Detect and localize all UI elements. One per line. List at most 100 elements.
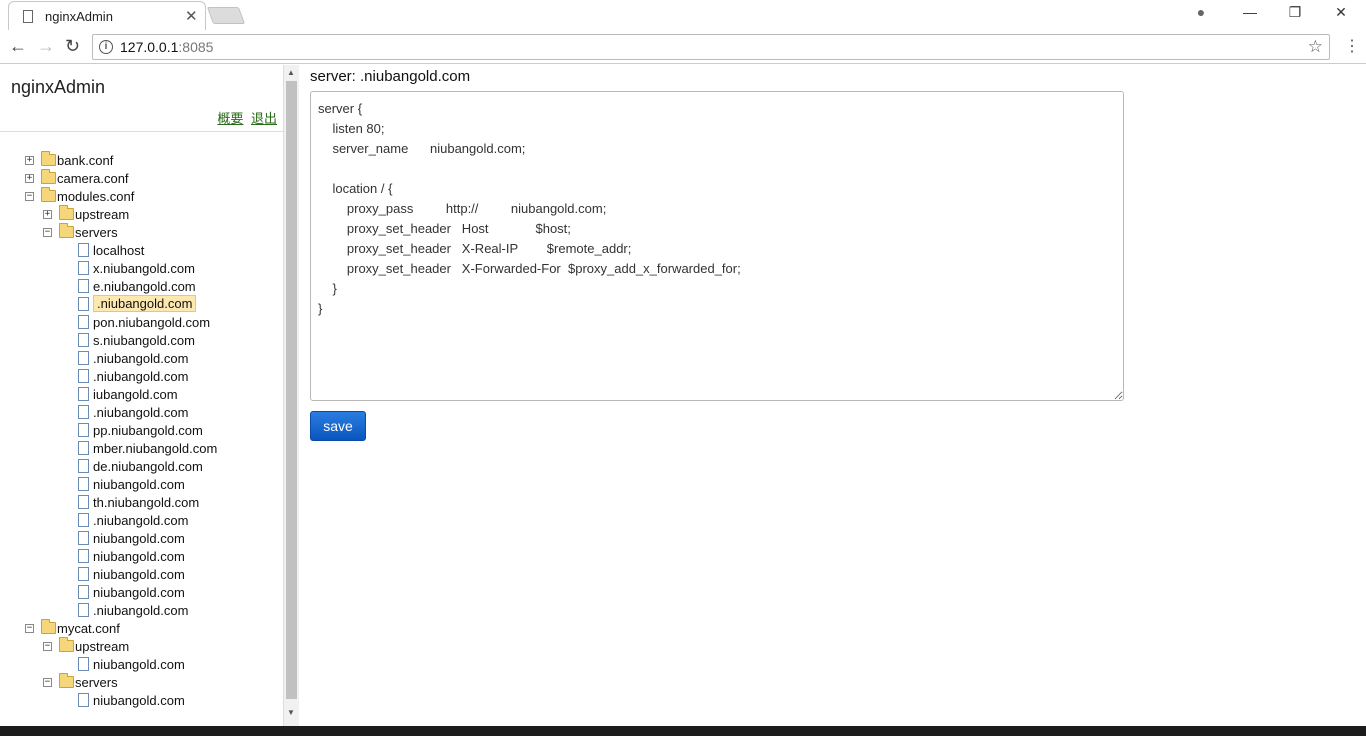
file-icon <box>78 333 89 347</box>
scroll-down-icon[interactable]: ▼ <box>287 708 295 717</box>
tab-strip: nginxAdmin ✕ ● — ❐ ✕ <box>0 0 1366 30</box>
tree-label[interactable]: .niubangold.com <box>93 351 188 366</box>
tree-label[interactable]: th.niubangold.com <box>93 495 199 510</box>
collapse-icon[interactable]: − <box>43 228 52 237</box>
file-icon <box>78 351 89 365</box>
tree-label[interactable]: upstream <box>75 207 129 222</box>
page-icon <box>23 10 33 23</box>
file-icon <box>78 297 89 311</box>
collapse-icon[interactable]: − <box>25 624 34 633</box>
folder-icon <box>41 151 56 166</box>
tree-label[interactable]: niubangold.com <box>93 567 185 582</box>
folder-icon <box>41 187 56 202</box>
tree-label[interactable]: .niubangold.com <box>93 513 188 528</box>
tree-label[interactable]: camera.conf <box>57 171 129 186</box>
tree-label[interactable]: niubangold.com <box>93 477 185 492</box>
menu-icon[interactable]: ⋮ <box>1344 36 1360 56</box>
collapse-icon[interactable]: − <box>25 192 34 201</box>
sidebar: nginxAdmin 概要 退出 + bank.conf + camera.conf −… <box>0 65 284 726</box>
tree-label[interactable]: .niubangold.com <box>93 295 197 312</box>
tree-label[interactable]: niubangold.com <box>93 531 185 546</box>
account-icon[interactable]: ● <box>1189 4 1213 20</box>
folder-icon <box>59 223 74 238</box>
logout-link[interactable]: 退出 <box>251 111 277 126</box>
page: nginxAdmin 概要 退出 + bank.conf + camera.conf −… <box>0 65 1366 726</box>
save-button[interactable]: save <box>310 411 366 441</box>
expand-icon[interactable]: + <box>43 210 52 219</box>
tab-close-icon[interactable]: ✕ <box>185 7 198 25</box>
tree-label[interactable]: modules.conf <box>57 189 134 204</box>
tab-title: nginxAdmin <box>45 9 113 24</box>
file-icon <box>78 531 89 545</box>
file-icon <box>78 657 89 671</box>
tree-label[interactable]: bank.conf <box>57 153 113 168</box>
tree-label[interactable]: .niubangold.com <box>93 369 188 384</box>
scroll-thumb[interactable] <box>286 81 297 699</box>
folder-icon <box>59 637 74 652</box>
tree-label[interactable]: .niubangold.com <box>93 603 188 618</box>
file-icon <box>78 261 89 275</box>
browser-toolbar: ← → ↻ i 127.0.0.1:8085 ☆ ⋮ <box>0 30 1366 64</box>
file-icon <box>78 693 89 707</box>
file-icon <box>78 603 89 617</box>
tree-label[interactable]: upstream <box>75 639 129 654</box>
folder-icon <box>41 169 56 184</box>
file-icon <box>78 549 89 563</box>
folder-icon <box>59 673 74 688</box>
tree-label[interactable]: de.niubangold.com <box>93 459 203 474</box>
top-links: 概要 退出 <box>213 108 277 127</box>
tree-label[interactable]: pon.niubangold.com <box>93 315 210 330</box>
tree-label[interactable]: mber.niubangold.com <box>93 441 217 456</box>
file-icon <box>78 243 89 257</box>
taskbar <box>0 726 1366 736</box>
file-icon <box>78 315 89 329</box>
info-icon[interactable]: i <box>99 40 113 54</box>
browser-tab[interactable]: nginxAdmin ✕ <box>8 1 206 30</box>
file-icon <box>78 441 89 455</box>
tree-label[interactable]: niubangold.com <box>93 657 185 672</box>
tree-label[interactable]: .niubangold.com <box>93 405 188 420</box>
file-icon <box>78 459 89 473</box>
tree-label[interactable]: niubangold.com <box>93 585 185 600</box>
scroll-up-icon[interactable]: ▲ <box>287 68 295 77</box>
tree-label[interactable]: servers <box>75 675 118 690</box>
tree-label[interactable]: niubangold.com <box>93 549 185 564</box>
collapse-icon[interactable]: − <box>43 678 52 687</box>
back-arrow-icon[interactable]: ← <box>9 36 27 57</box>
file-icon <box>78 477 89 491</box>
close-window-button[interactable]: ✕ <box>1329 4 1353 21</box>
new-tab-button[interactable] <box>206 7 246 24</box>
config-editor[interactable]: server { listen 80; server_name niubango… <box>310 91 1124 401</box>
file-icon <box>78 369 89 383</box>
folder-icon <box>41 619 56 634</box>
tree-label[interactable]: iubangold.com <box>93 387 178 402</box>
tree-label[interactable]: s.niubangold.com <box>93 333 195 348</box>
tree-label[interactable]: e.niubangold.com <box>93 279 196 294</box>
reload-icon[interactable]: ↻ <box>65 36 80 57</box>
minimize-button[interactable]: — <box>1238 4 1262 20</box>
bookmark-star-icon[interactable]: ☆ <box>1308 37 1323 57</box>
tree-label[interactable]: x.niubangold.com <box>93 261 195 276</box>
overview-link[interactable]: 概要 <box>217 111 243 126</box>
file-icon <box>78 279 89 293</box>
server-title: server: .niubangold.com <box>310 68 471 85</box>
expand-icon[interactable]: + <box>25 174 34 183</box>
tree-label[interactable]: niubangold.com <box>93 693 185 708</box>
file-icon <box>78 405 89 419</box>
collapse-icon[interactable]: − <box>43 642 52 651</box>
file-icon <box>78 495 89 509</box>
tree-label[interactable]: mycat.conf <box>57 621 120 636</box>
url-text: 127.0.0.1:8085 <box>120 39 214 55</box>
address-bar[interactable]: i 127.0.0.1:8085 ☆ <box>92 34 1330 60</box>
restore-button[interactable]: ❐ <box>1283 4 1307 21</box>
tree-label[interactable]: localhost <box>93 243 144 258</box>
tree-label[interactable]: servers <box>75 225 118 240</box>
app-title: nginxAdmin <box>11 77 106 97</box>
tree-label[interactable]: pp.niubangold.com <box>93 423 203 438</box>
sidebar-scrollbar[interactable]: ▲ ▼ <box>284 65 299 726</box>
main-panel: server: .niubangold.com server { listen … <box>300 65 1366 726</box>
file-icon <box>78 423 89 437</box>
expand-icon[interactable]: + <box>25 156 34 165</box>
file-icon <box>78 513 89 527</box>
forward-arrow-icon[interactable]: → <box>37 36 55 57</box>
